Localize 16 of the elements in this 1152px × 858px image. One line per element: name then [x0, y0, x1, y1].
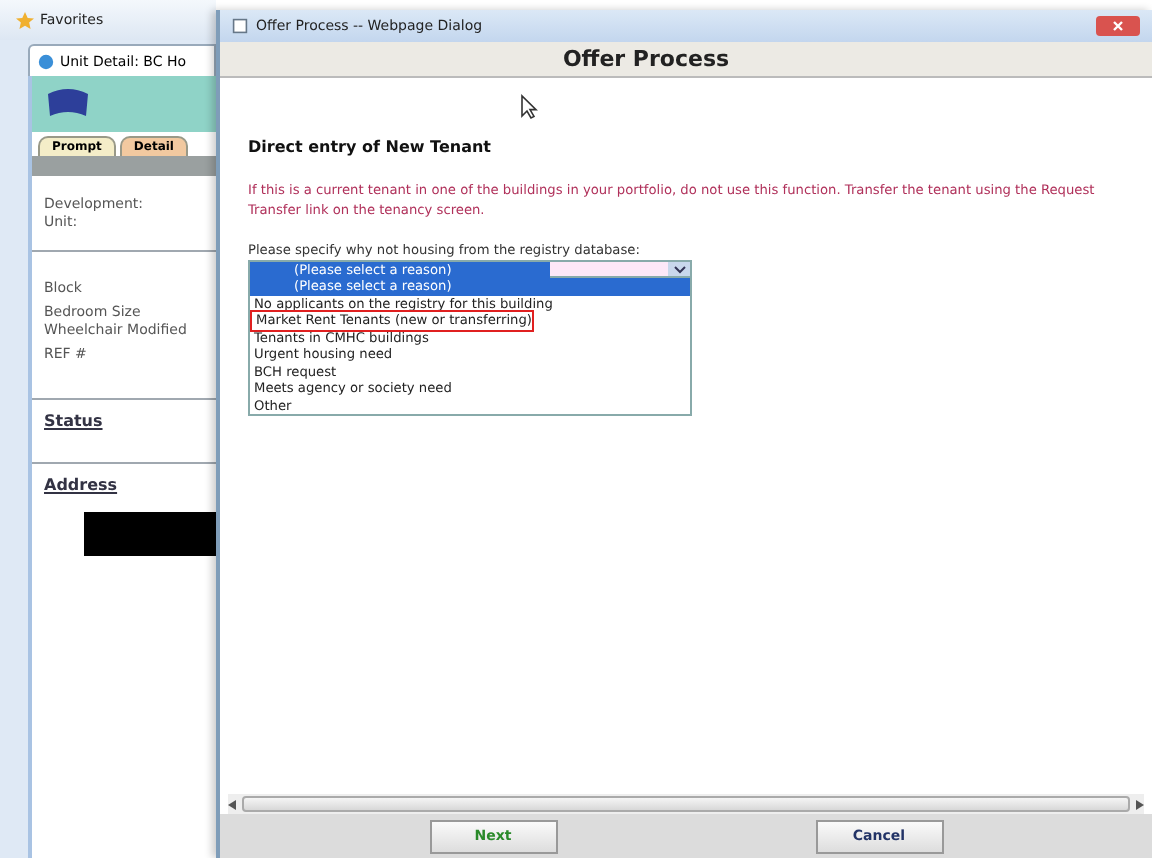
- scroll-right-icon: [1136, 799, 1144, 809]
- redacted-block: [84, 512, 216, 556]
- dialog-header: Offer Process: [562, 46, 732, 72]
- logo-icon: [44, 86, 92, 122]
- cursor-icon: [520, 94, 538, 120]
- close-button[interactable]: [1096, 16, 1140, 36]
- scroll-left-icon: [228, 799, 236, 809]
- star-icon: [16, 11, 34, 29]
- section-title: Address: [44, 476, 120, 494]
- browser-icon: [38, 53, 54, 69]
- page-icon: [232, 18, 248, 34]
- chevron-down-icon: [673, 265, 685, 273]
- section-heading: Direct entry of New Tenant: [248, 138, 493, 156]
- close-icon: [1112, 20, 1124, 32]
- section-title: Status: [44, 412, 105, 430]
- horizontal-scrollbar[interactable]: [228, 794, 1144, 814]
